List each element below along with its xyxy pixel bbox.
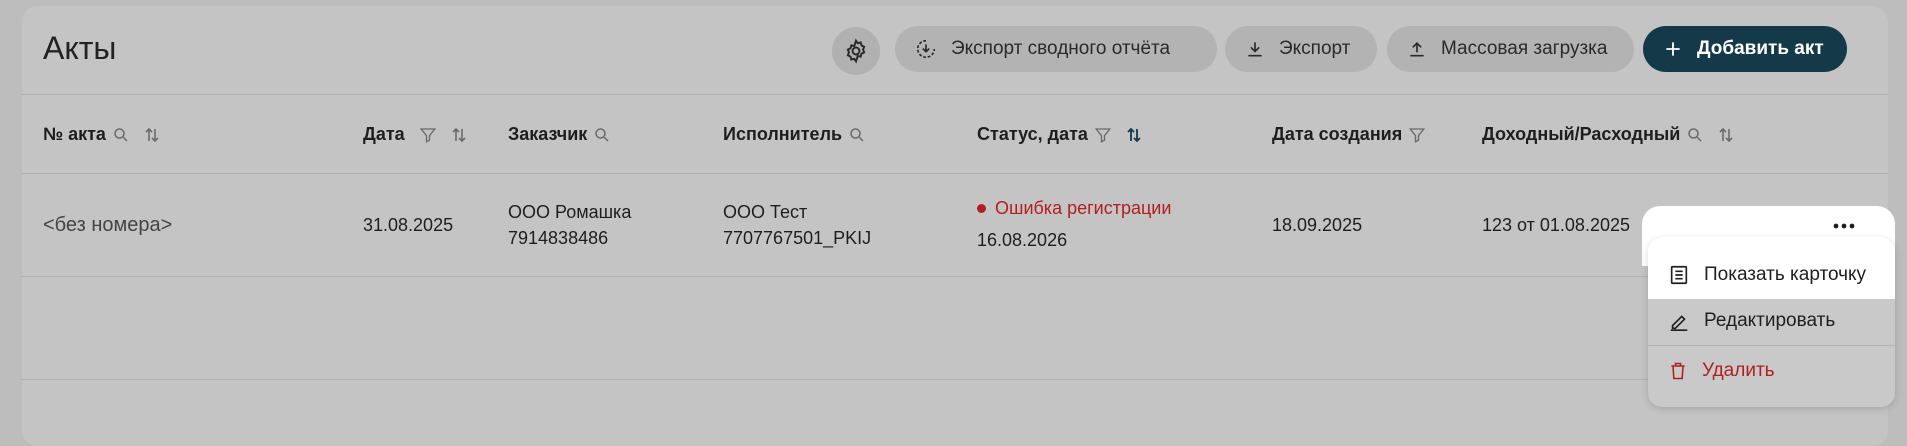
column-created-label: Дата создания bbox=[1272, 124, 1403, 144]
bulk-upload-button[interactable]: Массовая загрузка bbox=[1387, 26, 1634, 72]
sort-icon[interactable] bbox=[144, 126, 160, 144]
created-date: 18.09.2025 bbox=[1272, 215, 1363, 235]
column-contractor-label: Исполнитель bbox=[723, 124, 843, 144]
menu-item-show-card[interactable]: Показать карточку bbox=[1648, 237, 1895, 299]
column-date-label: Дата bbox=[363, 124, 405, 144]
bulk-upload-label: Массовая загрузка bbox=[1441, 38, 1608, 59]
menu-divider bbox=[1648, 345, 1895, 346]
sort-icon[interactable] bbox=[1718, 126, 1734, 144]
row-actions-button[interactable] bbox=[1826, 213, 1862, 239]
search-icon[interactable] bbox=[848, 126, 866, 144]
status-date: 16.08.2026 bbox=[977, 230, 1068, 250]
page-title: Акты bbox=[43, 30, 117, 66]
acts-panel: Акты Экспорт сводного отчёта Экспорт Мас… bbox=[22, 6, 1888, 446]
search-icon[interactable] bbox=[593, 126, 611, 144]
menu-item-edit-label: Редактировать bbox=[1704, 310, 1836, 331]
contractor-name: ООО Тест bbox=[723, 202, 808, 222]
customer-name: ООО Ромашка bbox=[508, 202, 632, 222]
sort-icon-active[interactable] bbox=[1126, 126, 1142, 144]
customer-cell: ООО Ромашка 7914838486 bbox=[508, 199, 631, 251]
status-text: Ошибка регистрации bbox=[995, 198, 1172, 218]
page-header: Акты Экспорт сводного отчёта Экспорт Мас… bbox=[22, 6, 1888, 95]
export-summary-label: Экспорт сводного отчёта bbox=[951, 38, 1171, 59]
status-badge: Ошибка регистрации bbox=[977, 195, 1171, 221]
filter-icon[interactable] bbox=[419, 126, 437, 144]
upload-icon bbox=[1410, 41, 1424, 57]
column-date: Дата bbox=[363, 124, 467, 145]
export-label: Экспорт bbox=[1279, 38, 1351, 59]
column-customer: Заказчик bbox=[508, 124, 611, 145]
customer-inn: 7914838486 bbox=[508, 228, 609, 248]
act-date: 31.08.2025 bbox=[363, 215, 454, 235]
column-number-label: № акта bbox=[43, 124, 106, 144]
plus-icon bbox=[1666, 42, 1680, 56]
search-icon[interactable] bbox=[112, 126, 130, 144]
sort-icon[interactable] bbox=[451, 126, 467, 144]
list-card-icon bbox=[1670, 265, 1688, 285]
column-created: Дата создания bbox=[1272, 124, 1426, 145]
column-customer-label: Заказчик bbox=[508, 124, 588, 144]
contractor-inn: 7707767501_PKIJ bbox=[723, 228, 872, 248]
export-summary-button[interactable]: Экспорт сводного отчёта bbox=[895, 26, 1217, 72]
column-income-expense: Доходный/Расходный bbox=[1482, 124, 1734, 145]
income-expense-value: 123 от 01.08.2025 bbox=[1482, 215, 1630, 235]
pencil-icon bbox=[1670, 315, 1688, 331]
download-circle-icon bbox=[916, 39, 936, 59]
settings-button[interactable] bbox=[832, 27, 880, 75]
filter-icon[interactable] bbox=[1094, 126, 1112, 144]
search-icon[interactable] bbox=[1686, 126, 1704, 144]
column-status-label: Статус, дата bbox=[977, 124, 1088, 144]
menu-item-delete-label: Удалить bbox=[1702, 360, 1775, 381]
column-status: Статус, дата bbox=[977, 124, 1142, 145]
column-number: № акта bbox=[43, 124, 160, 145]
column-income-expense-label: Доходный/Расходный bbox=[1482, 124, 1681, 144]
column-contractor: Исполнитель bbox=[723, 124, 866, 145]
contractor-cell: ООО Тест 7707767501_PKIJ bbox=[723, 199, 871, 251]
table-row-empty bbox=[22, 277, 1888, 380]
error-dot-icon bbox=[977, 203, 986, 213]
menu-item-edit[interactable]: Редактировать bbox=[1648, 297, 1895, 345]
row-context-menu: Показать карточку Редактировать Удалить bbox=[1648, 237, 1895, 407]
filter-icon[interactable] bbox=[1408, 126, 1426, 144]
menu-item-delete[interactable]: Удалить bbox=[1648, 347, 1895, 395]
more-horizontal-icon bbox=[1833, 223, 1855, 229]
add-act-button[interactable]: Добавить акт bbox=[1643, 26, 1847, 72]
table-row[interactable]: <без номера> 31.08.2025 ООО Ромашка 7914… bbox=[22, 174, 1888, 277]
act-number: <без номера> bbox=[43, 214, 173, 236]
export-button[interactable]: Экспорт bbox=[1225, 26, 1377, 72]
table-header: № акта Дата Заказчик Исполнитель Статус,… bbox=[22, 95, 1888, 174]
add-act-label: Добавить акт bbox=[1697, 38, 1824, 59]
trash-icon bbox=[1671, 362, 1685, 380]
gear-icon bbox=[846, 38, 866, 64]
download-icon bbox=[1248, 42, 1262, 57]
menu-item-show-card-label: Показать карточку bbox=[1704, 264, 1867, 285]
status-cell: Ошибка регистрации 16.08.2026 bbox=[977, 195, 1171, 253]
